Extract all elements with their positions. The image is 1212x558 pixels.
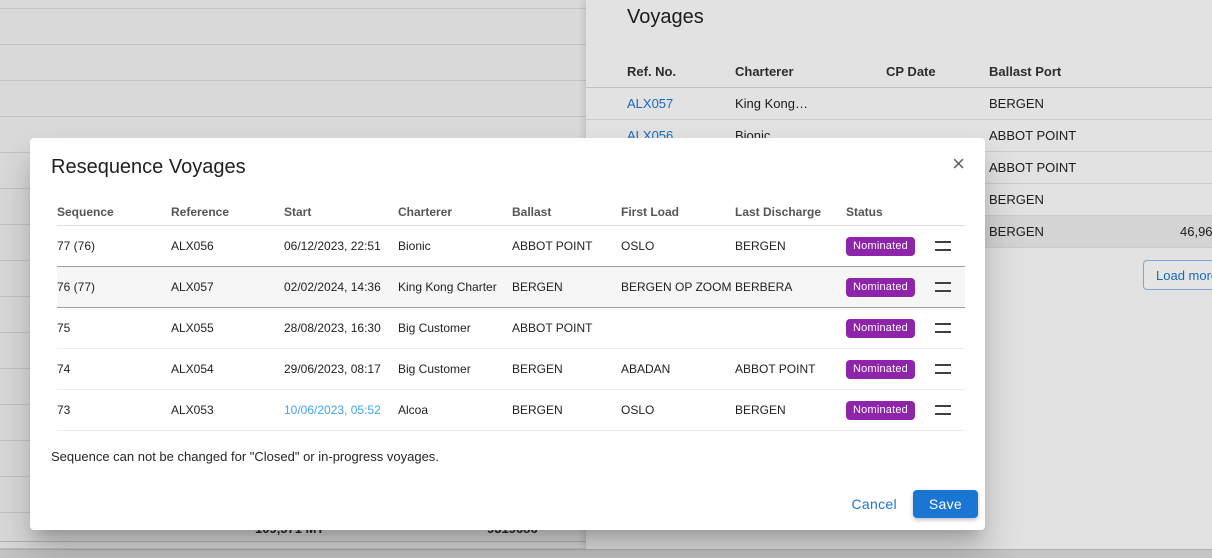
drag-handle-icon[interactable] (935, 364, 951, 374)
sequence-table: Sequence Reference Start Charterer Balla… (57, 199, 965, 431)
cell-reference: ALX053 (171, 403, 284, 417)
status-badge: Nominated (846, 401, 915, 420)
cell-first-load: BERGEN OP ZOOM (621, 280, 735, 294)
drag-handle-icon[interactable] (935, 405, 951, 415)
cell-charterer: Big Customer (398, 321, 512, 335)
cell-status: Nominated (846, 319, 935, 338)
column-header-last-discharge: Last Discharge (735, 205, 846, 219)
cell-reference: ALX054 (171, 362, 284, 376)
cell-start: 29/06/2023, 08:17 (284, 362, 398, 376)
column-header-first-load: First Load (621, 205, 735, 219)
screen: 109,571 MT 9319686 Voyages Ref. No. Char… (0, 0, 1212, 558)
cell-status: Nominated (846, 401, 935, 420)
cell-status: Nominated (846, 237, 935, 256)
column-header-reference: Reference (171, 205, 284, 219)
sequence-row[interactable]: 76 (77) ALX057 02/02/2024, 14:36 King Ko… (57, 267, 965, 308)
status-badge: Nominated (846, 278, 915, 297)
sequence-row[interactable]: 75 ALX055 28/08/2023, 16:30 Big Customer… (57, 308, 965, 349)
cell-reference: ALX055 (171, 321, 284, 335)
cell-first-load: ABADAN (621, 362, 735, 376)
cell-ballast: BERGEN (512, 362, 621, 376)
dialog-actions: Cancel Save (30, 482, 985, 530)
cell-reference: ALX057 (171, 280, 284, 294)
dialog-title: Resequence Voyages (51, 153, 246, 181)
cell-handle (935, 364, 965, 374)
cell-first-load: OSLO (621, 403, 735, 417)
close-button[interactable]: × (946, 153, 971, 175)
cell-start: 28/08/2023, 16:30 (284, 321, 398, 335)
dialog-header: Resequence Voyages × (30, 138, 985, 181)
sequence-row[interactable]: 77 (76) ALX056 06/12/2023, 22:51 Bionic … (57, 226, 965, 267)
column-header-start: Start (284, 205, 398, 219)
sequence-table-header: Sequence Reference Start Charterer Balla… (57, 199, 965, 226)
column-header-ballast: Ballast (512, 205, 621, 219)
cell-sequence: 77 (76) (57, 239, 171, 253)
cell-first-load: OSLO (621, 239, 735, 253)
cell-charterer: King Kong Charter (398, 280, 512, 294)
cell-charterer: Alcoa (398, 403, 512, 417)
cell-sequence: 75 (57, 321, 171, 335)
save-button[interactable]: Save (913, 490, 978, 518)
cell-ballast: BERGEN (512, 403, 621, 417)
dialog-note: Sequence can not be changed for "Closed"… (51, 449, 964, 464)
close-icon: × (952, 151, 965, 176)
drag-handle-icon[interactable] (935, 282, 951, 292)
cell-last-discharge: BERGEN (735, 403, 846, 417)
drag-handle-icon[interactable] (935, 241, 951, 251)
drag-handle-icon[interactable] (935, 323, 951, 333)
status-badge: Nominated (846, 319, 915, 338)
cell-charterer: Big Customer (398, 362, 512, 376)
resequence-voyages-dialog: Resequence Voyages × Sequence Reference … (30, 138, 985, 530)
cell-start-link[interactable]: 10/06/2023, 05:52 (284, 403, 398, 417)
cell-handle (935, 405, 965, 415)
cell-ballast: BERGEN (512, 280, 621, 294)
cell-reference: ALX056 (171, 239, 284, 253)
cell-handle (935, 323, 965, 333)
cell-last-discharge: ABBOT POINT (735, 362, 846, 376)
cell-ballast: ABBOT POINT (512, 321, 621, 335)
cancel-button[interactable]: Cancel (843, 490, 904, 518)
cell-handle (935, 282, 965, 292)
cell-ballast: ABBOT POINT (512, 239, 621, 253)
sequence-row[interactable]: 74 ALX054 29/06/2023, 08:17 Big Customer… (57, 349, 965, 390)
cell-start: 06/12/2023, 22:51 (284, 239, 398, 253)
cell-status: Nominated (846, 278, 935, 297)
cell-sequence: 74 (57, 362, 171, 376)
cell-sequence: 73 (57, 403, 171, 417)
column-header-sequence: Sequence (57, 205, 171, 219)
cell-status: Nominated (846, 360, 935, 379)
column-header-status: Status (846, 205, 935, 219)
status-badge: Nominated (846, 237, 915, 256)
status-badge: Nominated (846, 360, 915, 379)
cell-last-discharge: BERBERA (735, 280, 846, 294)
cell-sequence: 76 (77) (57, 280, 171, 294)
cell-last-discharge: BERGEN (735, 239, 846, 253)
cell-charterer: Bionic (398, 239, 512, 253)
sequence-row[interactable]: 73 ALX053 10/06/2023, 05:52 Alcoa BERGEN… (57, 390, 965, 431)
column-header-charterer: Charterer (398, 205, 512, 219)
cell-handle (935, 241, 965, 251)
cell-start: 02/02/2024, 14:36 (284, 280, 398, 294)
